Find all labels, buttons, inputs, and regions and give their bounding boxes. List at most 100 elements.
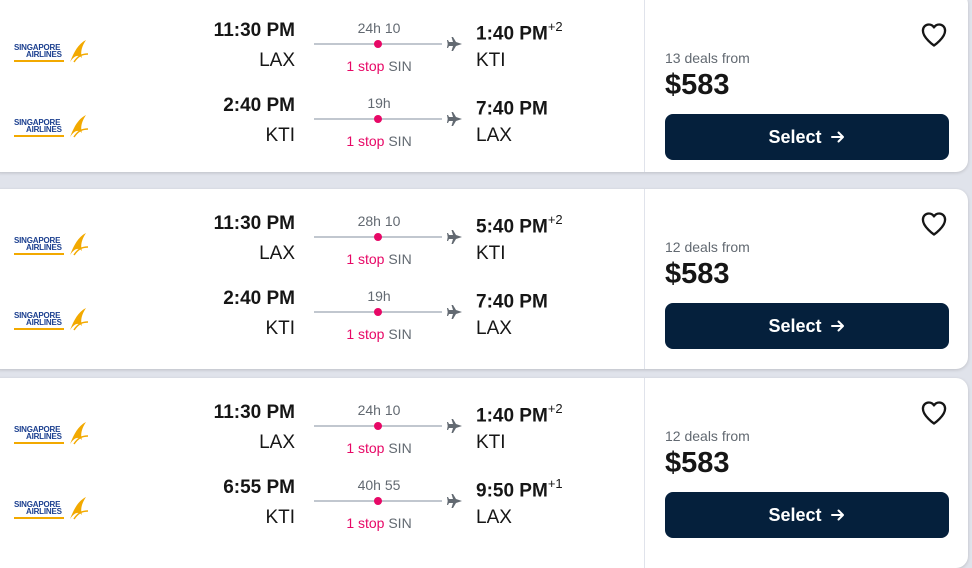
day-offset: +2 (547, 212, 563, 227)
flight-duration: 24h 10 (357, 20, 401, 36)
airline-logo: SINGAPORE AIRLINES (14, 306, 90, 336)
airline-logo: SINGAPORE AIRLINES (14, 231, 90, 261)
price: $583 (665, 69, 730, 101)
flight-duration: 40h 55 (357, 477, 401, 493)
arrival-time: 1:40 PM+2 (476, 401, 563, 427)
stops-info: 1 stop SIN (346, 133, 412, 149)
singapore-bird-icon (70, 422, 89, 445)
departure-airport: KTI (265, 507, 295, 528)
deals-count: 13 deals from (665, 50, 750, 66)
stops-info: 1 stop SIN (346, 515, 412, 531)
arrow-right-icon (830, 320, 844, 332)
outbound-leg: SINGAPORE AIRLINES 11:30 PM LAX 24h 10 1… (0, 19, 638, 90)
flight-duration: 24h 10 (357, 402, 401, 418)
stops-info: 1 stop SIN (346, 251, 412, 267)
stop-dot (374, 422, 382, 430)
stop-dot (374, 115, 382, 123)
departure-time: 11:30 PM (213, 20, 295, 41)
day-offset: +2 (547, 401, 563, 416)
route-line (314, 497, 442, 505)
stop-dot (374, 497, 382, 505)
heart-outline-icon[interactable] (920, 399, 948, 427)
stop-dot (374, 40, 382, 48)
card-divider (644, 189, 645, 369)
arrival-airport: KTI (476, 432, 506, 453)
return-leg: SINGAPORE AIRLINES 2:40 PM KTI 19h 1 sto… (0, 95, 638, 165)
arrow-right-icon (830, 509, 844, 521)
departure-airport: LAX (259, 432, 295, 453)
select-button-label: Select (768, 504, 822, 525)
arrival-time: 7:40 PM (476, 291, 548, 313)
singapore-bird-icon (70, 497, 89, 520)
flight-duration: 19h (367, 95, 391, 111)
singapore-bird-icon (70, 40, 89, 63)
deals-count: 12 deals from (665, 428, 750, 444)
itinerary-card[interactable]: SINGAPORE AIRLINES 11:30 PM LAX 28h 10 1… (0, 189, 968, 369)
departure-airport: LAX (259, 243, 295, 264)
departure-time: 2:40 PM (223, 95, 295, 116)
plane-icon (447, 494, 462, 508)
flight-duration: 19h (367, 288, 391, 304)
route-line (314, 422, 442, 430)
route-line (314, 115, 442, 123)
plane-icon (447, 112, 462, 126)
plane-icon (447, 230, 462, 244)
departure-time: 11:30 PM (213, 402, 295, 423)
airline-logo: SINGAPORE AIRLINES (14, 38, 90, 68)
price: $583 (665, 258, 730, 290)
arrow-right-icon (830, 131, 844, 143)
route-line (314, 40, 442, 48)
airline-logo: SINGAPORE AIRLINES (14, 113, 90, 143)
departure-time: 6:55 PM (223, 477, 295, 498)
arrival-airport: LAX (476, 507, 512, 528)
outbound-leg: SINGAPORE AIRLINES 11:30 PM LAX 28h 10 1… (0, 212, 638, 283)
day-offset: +1 (547, 476, 563, 491)
departure-time: 11:30 PM (213, 213, 295, 234)
itinerary-card[interactable]: SINGAPORE AIRLINES 11:30 PM LAX 24h 10 1… (0, 0, 968, 172)
stop-dot (374, 308, 382, 316)
stops-info: 1 stop SIN (346, 58, 412, 74)
airline-logo: SINGAPORE AIRLINES (14, 420, 90, 450)
stop-dot (374, 233, 382, 241)
departure-time: 2:40 PM (223, 288, 295, 309)
arrival-airport: LAX (476, 125, 512, 146)
singapore-bird-icon (70, 233, 89, 256)
stops-info: 1 stop SIN (346, 440, 412, 456)
card-divider (644, 0, 645, 172)
airline-logo: SINGAPORE AIRLINES (14, 495, 90, 525)
arrival-airport: LAX (476, 318, 512, 339)
route-line (314, 308, 442, 316)
stops-info: 1 stop SIN (346, 326, 412, 342)
arrival-airport: KTI (476, 243, 506, 264)
singapore-bird-icon (70, 115, 89, 138)
deals-count: 12 deals from (665, 239, 750, 255)
singapore-bird-icon (70, 308, 89, 331)
select-button[interactable]: Select (665, 303, 949, 349)
outbound-leg: SINGAPORE AIRLINES 11:30 PM LAX 24h 10 1… (0, 401, 638, 472)
return-leg: SINGAPORE AIRLINES 6:55 PM KTI 40h 55 1 … (0, 476, 638, 547)
arrival-time: 5:40 PM+2 (476, 212, 563, 238)
select-button-label: Select (768, 126, 822, 147)
departure-airport: KTI (265, 318, 295, 339)
select-button[interactable]: Select (665, 492, 949, 538)
plane-icon (447, 305, 462, 319)
plane-icon (447, 37, 462, 51)
arrival-airport: KTI (476, 50, 506, 71)
route-line (314, 233, 442, 241)
select-button[interactable]: Select (665, 114, 949, 160)
return-leg: SINGAPORE AIRLINES 2:40 PM KTI 19h 1 sto… (0, 288, 638, 358)
day-offset: +2 (547, 19, 563, 34)
card-divider (644, 378, 645, 568)
select-button-label: Select (768, 315, 822, 336)
departure-airport: LAX (259, 50, 295, 71)
plane-icon (447, 419, 462, 433)
departure-airport: KTI (265, 125, 295, 146)
flight-duration: 28h 10 (357, 213, 401, 229)
arrival-time: 1:40 PM+2 (476, 19, 563, 45)
arrival-time: 9:50 PM+1 (476, 476, 563, 502)
itinerary-card[interactable]: SINGAPORE AIRLINES 11:30 PM LAX 24h 10 1… (0, 378, 968, 568)
heart-outline-icon[interactable] (920, 21, 948, 49)
heart-outline-icon[interactable] (920, 210, 948, 238)
arrival-time: 7:40 PM (476, 98, 548, 120)
price: $583 (665, 447, 730, 479)
